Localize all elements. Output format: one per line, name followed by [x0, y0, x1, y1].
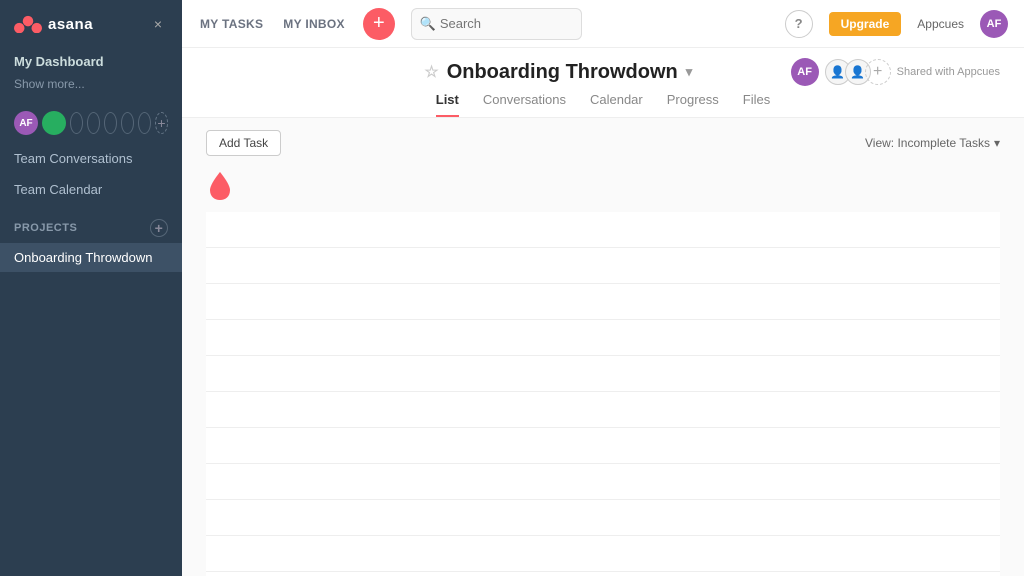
user-avatar-topbar[interactable]: AF [980, 10, 1008, 38]
sidebar-item-team-conversations[interactable]: Team Conversations [0, 143, 182, 174]
my-inbox-button[interactable]: MY INBOX [281, 13, 347, 35]
table-row[interactable] [206, 320, 1000, 356]
share-add-button[interactable]: + [865, 59, 891, 85]
avatar-ghost-5 [138, 112, 151, 134]
share-group: 👤 👤 + [825, 59, 891, 85]
task-toolbar: Add Task View: Incomplete Tasks ▾ [206, 130, 1000, 156]
sidebar-item-my-dashboard[interactable]: My Dashboard [0, 48, 182, 75]
project-tabs: List Conversations Calendar Progress Fil… [182, 86, 1024, 118]
table-row[interactable] [206, 212, 1000, 248]
add-member-button[interactable]: + [155, 112, 168, 134]
sidebar-item-team-calendar[interactable]: Team Calendar [0, 174, 182, 205]
project-title-row: ☆ Onboarding Throwdown ▾ [326, 61, 791, 84]
task-area: Add Task View: Incomplete Tasks ▾ [182, 118, 1024, 576]
table-row[interactable] [206, 464, 1000, 500]
asana-logo-svg [14, 15, 42, 33]
help-button[interactable]: ? [785, 10, 813, 38]
avatar-af[interactable]: AF [14, 111, 38, 135]
table-row[interactable] [206, 428, 1000, 464]
star-icon[interactable]: ☆ [424, 62, 438, 82]
table-row[interactable] [206, 572, 1000, 576]
avatar-user-2[interactable] [42, 111, 66, 135]
appcues-label: Appcues [917, 17, 964, 31]
task-list [206, 212, 1000, 576]
sidebar-projects-section: PROJECTS + [0, 205, 182, 243]
avatar-ghost-3 [104, 112, 117, 134]
avatar-ghost-4 [121, 112, 134, 134]
shared-with-text: Shared with Appcues [897, 66, 1000, 78]
avatar-ghost-1 [70, 112, 83, 134]
search-input[interactable] [411, 8, 582, 40]
asana-wordmark: asana [48, 16, 93, 33]
upgrade-button[interactable]: Upgrade [829, 12, 902, 36]
tab-list[interactable]: List [436, 92, 459, 117]
add-project-button[interactable]: + [150, 219, 168, 237]
table-row[interactable] [206, 536, 1000, 572]
sidebar-show-more[interactable]: Show more... [0, 75, 182, 99]
share-section: AF 👤 👤 + Shared with Appcues [791, 58, 1000, 86]
sidebar-team-avatars: AF + [0, 103, 182, 143]
topbar: MY TASKS MY INBOX + 🔍 ? Upgrade Appcues … [182, 0, 1024, 48]
tab-calendar[interactable]: Calendar [590, 92, 643, 117]
my-tasks-button[interactable]: MY TASKS [198, 13, 265, 35]
tab-progress[interactable]: Progress [667, 92, 719, 117]
tab-conversations[interactable]: Conversations [483, 92, 566, 117]
project-dropdown-icon[interactable]: ▾ [686, 64, 693, 80]
view-selector-chevron: ▾ [994, 136, 1000, 150]
sidebar-item-onboarding-throwdown[interactable]: Onboarding Throwdown [0, 243, 182, 272]
asana-logo: asana [14, 15, 93, 33]
share-avatar-af[interactable]: AF [791, 58, 819, 86]
sidebar: asana × My Dashboard Show more... AF + T… [0, 0, 182, 576]
project-header: ☆ Onboarding Throwdown ▾ AF 👤 👤 + Shared… [182, 48, 1024, 86]
sidebar-header: asana × [0, 0, 182, 44]
close-sidebar-button[interactable]: × [148, 14, 168, 34]
project-title: ☆ Onboarding Throwdown ▾ [424, 61, 692, 84]
table-row[interactable] [206, 392, 1000, 428]
table-row[interactable] [206, 248, 1000, 284]
add-button[interactable]: + [363, 8, 395, 40]
avatar-ghost-2 [87, 112, 100, 134]
sidebar-navigation: My Dashboard Show more... [0, 44, 182, 103]
table-row[interactable] [206, 356, 1000, 392]
add-task-button[interactable]: Add Task [206, 130, 281, 156]
table-row[interactable] [206, 284, 1000, 320]
view-selector[interactable]: View: Incomplete Tasks ▾ [865, 136, 1000, 150]
projects-label: PROJECTS [14, 222, 77, 234]
tab-files[interactable]: Files [743, 92, 770, 117]
table-row[interactable] [206, 500, 1000, 536]
task-icon-row [206, 166, 1000, 212]
view-selector-label: View: Incomplete Tasks [865, 136, 990, 150]
search-wrapper: 🔍 [411, 8, 582, 40]
droplet-icon [206, 170, 234, 202]
project-title-text: Onboarding Throwdown [447, 61, 678, 84]
main-content: MY TASKS MY INBOX + 🔍 ? Upgrade Appcues … [182, 0, 1024, 576]
